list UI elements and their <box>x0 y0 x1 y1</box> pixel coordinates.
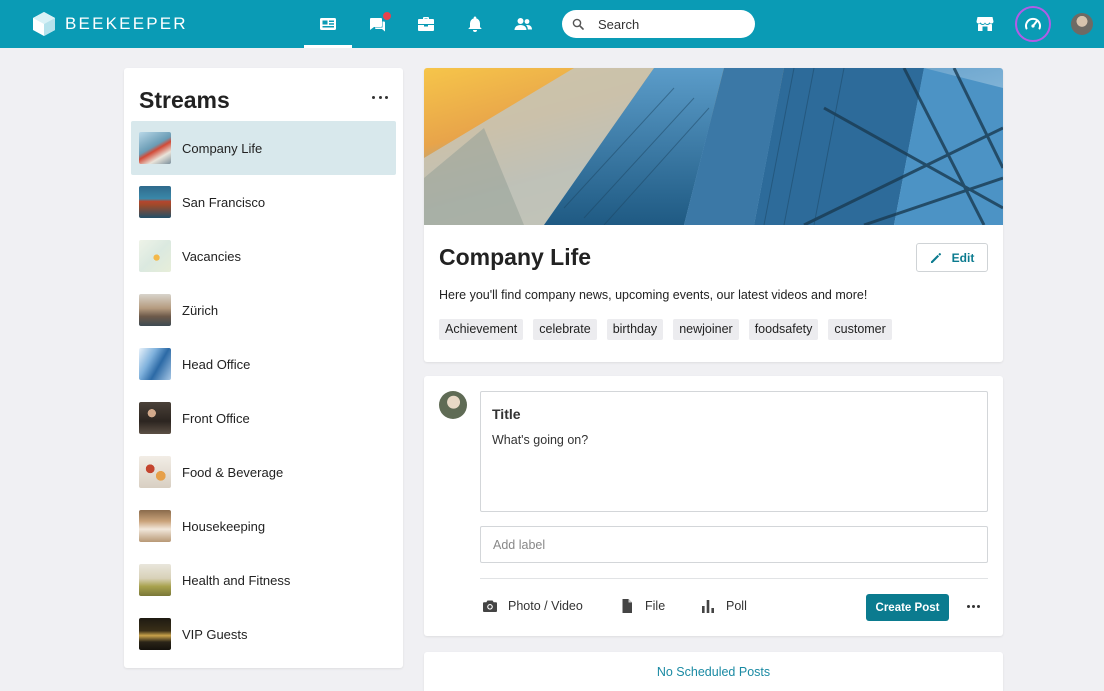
photo-video-label: Photo / Video <box>508 599 583 613</box>
pencil-icon <box>930 252 941 263</box>
tag-chip[interactable]: customer <box>828 319 892 340</box>
stream-thumbnail <box>139 402 171 434</box>
more-dot-icon <box>972 605 975 608</box>
stream-list: Company Life San Francisco Vacancies Zür… <box>131 121 396 661</box>
stream-thumbnail <box>139 510 171 542</box>
scheduled-posts-label: No Scheduled Posts <box>656 664 771 679</box>
stream-item-san-francisco[interactable]: San Francisco <box>131 175 396 229</box>
nav-tools[interactable] <box>402 0 450 48</box>
add-poll-button[interactable]: Poll <box>700 598 747 614</box>
stream-label: San Francisco <box>182 194 266 210</box>
post-editor[interactable]: Title What's going on? <box>480 391 988 512</box>
stream-item-housekeeping[interactable]: Housekeeping <box>131 499 396 553</box>
more-dot-icon <box>372 95 375 99</box>
add-file-button[interactable]: File <box>619 598 665 614</box>
post-title-field[interactable]: Title <box>492 406 521 422</box>
stream-label: Food & Beverage <box>182 464 284 480</box>
stream-label: Vacancies <box>182 248 242 264</box>
user-avatar[interactable] <box>1071 13 1093 35</box>
dashboard-icon <box>1025 17 1041 30</box>
tag-chip[interactable]: newjoiner <box>673 319 739 340</box>
stream-title: Company Life <box>439 244 592 270</box>
stream-thumbnail <box>139 240 171 272</box>
stream-label: Zürich <box>182 302 219 318</box>
top-bar: BEEKEEPER Search <box>0 0 1104 48</box>
stream-tags: Achievement celebrate birthday newjoiner… <box>439 319 902 340</box>
add-photo-video-button[interactable]: Photo / Video <box>482 598 583 614</box>
create-post-button[interactable]: Create Post <box>866 594 949 621</box>
edit-label: Edit <box>951 250 975 265</box>
nav-chats[interactable] <box>353 0 401 48</box>
stream-label: Health and Fitness <box>182 572 291 588</box>
unread-badge <box>382 11 392 21</box>
streams-title: Streams <box>139 87 230 113</box>
post-body-field[interactable]: What's going on? <box>492 433 588 447</box>
stream-label: Company Life <box>182 140 263 156</box>
edit-stream-button[interactable]: Edit <box>916 243 988 272</box>
stream-item-company-life[interactable]: Company Life <box>131 121 396 175</box>
bell-icon <box>468 16 482 32</box>
composer-more-button[interactable] <box>967 605 980 609</box>
stream-thumbnail <box>139 564 171 596</box>
beekeeper-logo-icon <box>33 12 55 36</box>
file-icon <box>622 599 632 613</box>
stream-label: VIP Guests <box>182 626 248 642</box>
stream-thumbnail <box>139 132 171 164</box>
stream-label: Housekeeping <box>182 518 266 534</box>
stream-thumbnail <box>139 456 171 488</box>
store-icon <box>976 17 994 31</box>
stream-label: Front Office <box>182 410 250 426</box>
stream-thumbnail <box>139 294 171 326</box>
nav-notifications[interactable] <box>451 0 499 48</box>
brand-name: BEEKEEPER <box>65 14 188 33</box>
stream-thumbnail <box>139 618 171 650</box>
nav-news-feed[interactable] <box>304 0 352 48</box>
dashboard-button[interactable] <box>1015 6 1051 42</box>
stream-item-health-fitness[interactable]: Health and Fitness <box>131 553 396 607</box>
more-dot-icon <box>378 95 382 99</box>
tag-chip[interactable]: Achievement <box>439 319 524 340</box>
add-label-input[interactable] <box>480 526 988 563</box>
poll-icon <box>702 600 714 613</box>
search-placeholder: Search <box>598 16 640 32</box>
stream-banner-image <box>424 68 1003 225</box>
more-dot-icon <box>977 605 980 608</box>
stream-item-vacancies[interactable]: Vacancies <box>131 229 396 283</box>
stream-description: Here you'll find company news, upcoming … <box>439 288 868 302</box>
tag-chip[interactable]: celebrate <box>533 319 597 340</box>
stream-thumbnail <box>139 348 171 380</box>
search-bar[interactable]: Search <box>562 10 755 38</box>
brand-logo[interactable]: BEEKEEPER <box>33 12 188 36</box>
more-dot-icon <box>385 95 388 99</box>
scheduled-posts-bar[interactable]: No Scheduled Posts <box>424 652 1003 691</box>
stream-thumbnail <box>139 186 171 218</box>
camera-icon <box>483 600 497 612</box>
stream-item-vip-guests[interactable]: VIP Guests <box>131 607 396 661</box>
more-dot-icon <box>967 605 970 608</box>
streams-panel: Streams Company Life San Francisco Vacan… <box>124 68 403 668</box>
composer-divider <box>480 578 988 579</box>
composer-avatar <box>439 391 467 419</box>
stream-header-card: Company Life Edit Here you'll find compa… <box>424 68 1003 362</box>
stream-item-food-beverage[interactable]: Food & Beverage <box>131 445 396 499</box>
toolbox-icon <box>418 17 434 31</box>
stream-item-front-office[interactable]: Front Office <box>131 391 396 445</box>
stream-item-zurich[interactable]: Zürich <box>131 283 396 337</box>
marketplace-button[interactable] <box>969 8 1001 40</box>
tag-chip[interactable]: foodsafety <box>748 319 819 340</box>
poll-label: Poll <box>726 599 747 613</box>
tag-chip[interactable]: birthday <box>606 319 664 340</box>
news-feed-icon <box>320 18 336 30</box>
file-label: File <box>645 599 666 613</box>
search-icon <box>572 18 584 30</box>
nav-people[interactable] <box>499 0 547 48</box>
stream-label: Head Office <box>182 356 251 372</box>
stream-item-head-office[interactable]: Head Office <box>131 337 396 391</box>
people-icon <box>514 18 532 30</box>
post-composer: Title What's going on? Photo / Video Fil… <box>424 376 1003 636</box>
streams-more-button[interactable] <box>372 92 388 102</box>
